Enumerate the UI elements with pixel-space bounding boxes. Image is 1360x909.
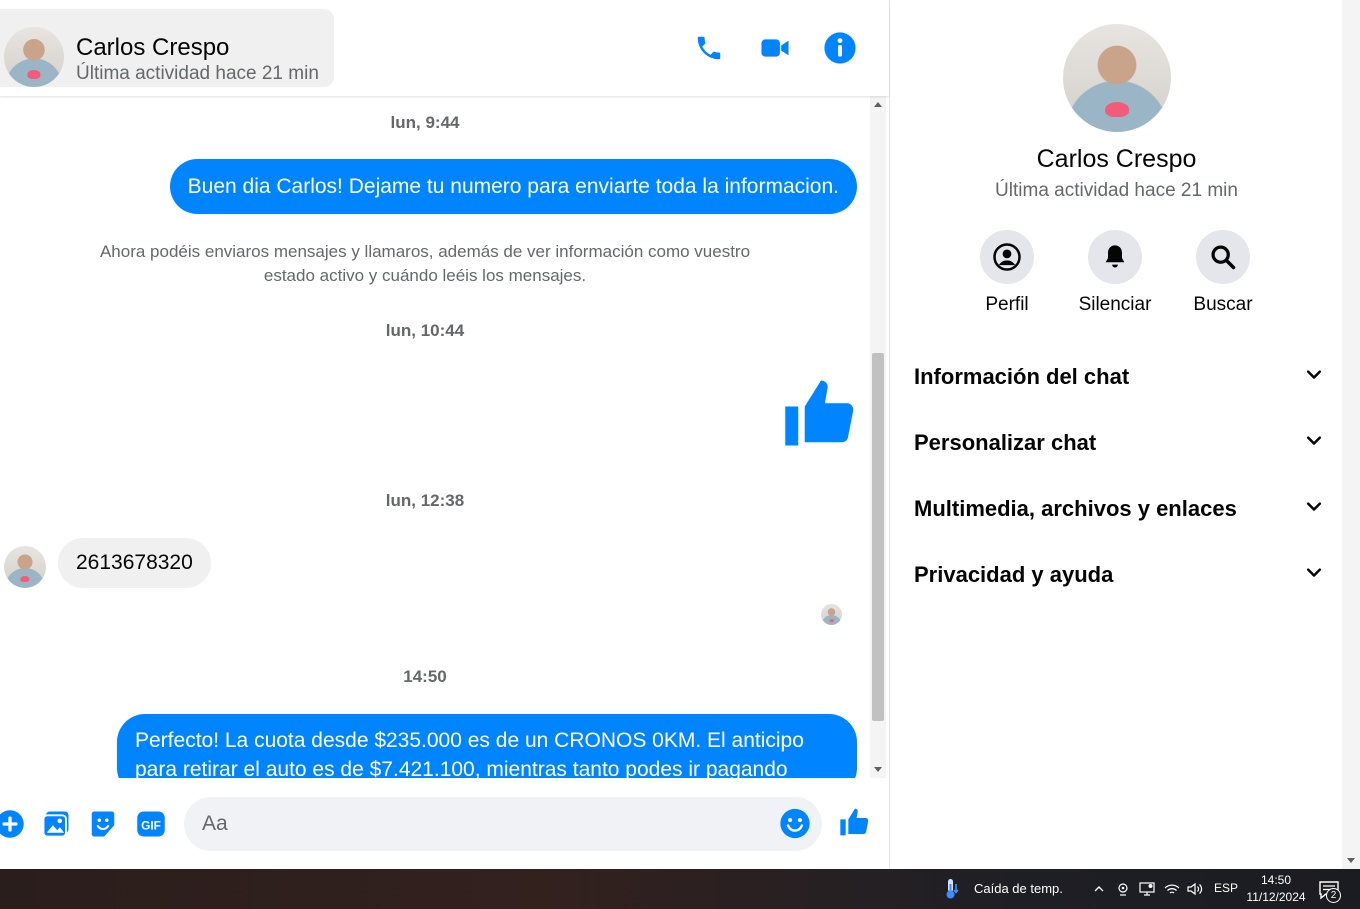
display-icon[interactable] — [1138, 880, 1156, 898]
search-icon — [1196, 230, 1250, 284]
section-title: Multimedia, archivos y enlaces — [914, 496, 1237, 521]
timestamp: 14:50 — [403, 667, 447, 686]
thumbs-up-icon[interactable] — [839, 806, 871, 838]
wifi-icon[interactable] — [1163, 880, 1181, 898]
notification-badge: 2 — [1326, 888, 1341, 903]
message-composer: GIF — [0, 778, 889, 869]
profile-button[interactable]: Perfil — [957, 230, 1057, 316]
scroll-up-arrow-icon[interactable] — [874, 102, 882, 107]
contact-name: Carlos Crespo — [1036, 145, 1197, 173]
message-scrollbar[interactable] — [870, 96, 886, 778]
thumbs-up-icon[interactable] — [782, 374, 860, 452]
outgoing-message[interactable]: Perfecto! La cuota desde $235.000 es de … — [117, 714, 857, 778]
input-language[interactable]: ESP — [1214, 881, 1238, 895]
webcam-icon[interactable] — [1114, 880, 1132, 898]
section-chat-info[interactable]: Información del chat — [914, 357, 1324, 397]
weather-status[interactable]: Caída de temp. — [974, 881, 1063, 896]
windows-taskbar: Caída de temp. ESP 14:50 11/12/2024 2 — [0, 869, 1360, 909]
avatar[interactable] — [1063, 24, 1171, 132]
chevron-up-icon[interactable] — [1090, 880, 1108, 898]
contact-status: Última actividad hace 21 min — [76, 63, 319, 84]
incoming-message[interactable]: 2613678320 — [58, 538, 211, 588]
section-media-files[interactable]: Multimedia, archivos y enlaces — [914, 489, 1324, 529]
contact-status: Última actividad hace 21 min — [995, 180, 1238, 201]
message-thread[interactable]: lun, 9:44 Buen dia Carlos! Dejame tu num… — [0, 96, 870, 778]
clock-date[interactable]: 11/12/2024 — [1243, 890, 1309, 904]
outgoing-message[interactable]: Buen dia Carlos! Dejame tu numero para e… — [169, 159, 857, 214]
scroll-down-arrow-icon[interactable] — [1347, 858, 1355, 863]
action-label: Perfil — [985, 294, 1029, 315]
message-line: Perfecto! La cuota desde $235.000 es de … — [135, 729, 804, 752]
chevron-down-icon — [1304, 431, 1324, 456]
avatar[interactable] — [4, 546, 46, 588]
profile-icon — [980, 230, 1034, 284]
contact-header-button[interactable]: Carlos Crespo Última actividad hace 21 m… — [0, 9, 334, 87]
scroll-down-arrow-icon[interactable] — [874, 767, 882, 772]
window-scrollbar[interactable] — [1342, 0, 1360, 869]
phone-icon[interactable] — [691, 30, 727, 66]
section-title: Información del chat — [914, 364, 1130, 389]
chat-header: Carlos Crespo Última actividad hace 21 m… — [0, 0, 889, 96]
contact-info-panel: Carlos Crespo Última actividad hace 21 m… — [889, 0, 1342, 869]
chevron-down-icon — [1304, 365, 1324, 390]
section-customize-chat[interactable]: Personalizar chat — [914, 423, 1324, 463]
plus-circle-icon[interactable] — [0, 808, 26, 840]
bell-icon — [1088, 230, 1142, 284]
speaker-icon[interactable] — [1186, 880, 1204, 898]
message-line: para retirar el auto es de $7.421.100, m… — [135, 758, 788, 778]
gif-icon[interactable]: GIF — [135, 808, 167, 840]
section-title: Privacidad y ayuda — [914, 562, 1114, 587]
sticker-icon[interactable] — [87, 808, 119, 840]
gif-label: GIF — [141, 818, 161, 832]
image-icon[interactable] — [40, 808, 72, 840]
scroll-thumb[interactable] — [872, 353, 884, 721]
contact-name: Carlos Crespo — [76, 34, 230, 61]
search-button[interactable]: Buscar — [1173, 230, 1273, 316]
timestamp: lun, 9:44 — [390, 113, 460, 132]
chevron-down-icon — [1304, 497, 1324, 522]
video-camera-icon[interactable] — [757, 30, 793, 66]
thermometer-icon[interactable] — [942, 878, 962, 900]
section-title: Personalizar chat — [914, 430, 1097, 455]
mute-button[interactable]: Silenciar — [1065, 230, 1165, 316]
clock-time[interactable]: 14:50 — [1246, 873, 1306, 887]
info-icon[interactable] — [822, 30, 858, 66]
timestamp: lun, 12:38 — [385, 491, 465, 510]
emoji-icon[interactable] — [779, 807, 811, 839]
timestamp: lun, 10:44 — [385, 321, 465, 340]
action-label: Buscar — [1193, 294, 1253, 315]
message-input[interactable] — [184, 797, 822, 851]
action-label: Silenciar — [1078, 294, 1152, 315]
chevron-down-icon — [1304, 563, 1324, 588]
chat-panel: Carlos Crespo Última actividad hace 21 m… — [0, 0, 889, 869]
avatar[interactable] — [4, 27, 64, 87]
section-privacy-help[interactable]: Privacidad y ayuda — [914, 555, 1324, 595]
system-notice: Ahora podéis enviaros mensajes y llamaro… — [99, 242, 751, 285]
read-receipt-avatar — [821, 604, 842, 625]
